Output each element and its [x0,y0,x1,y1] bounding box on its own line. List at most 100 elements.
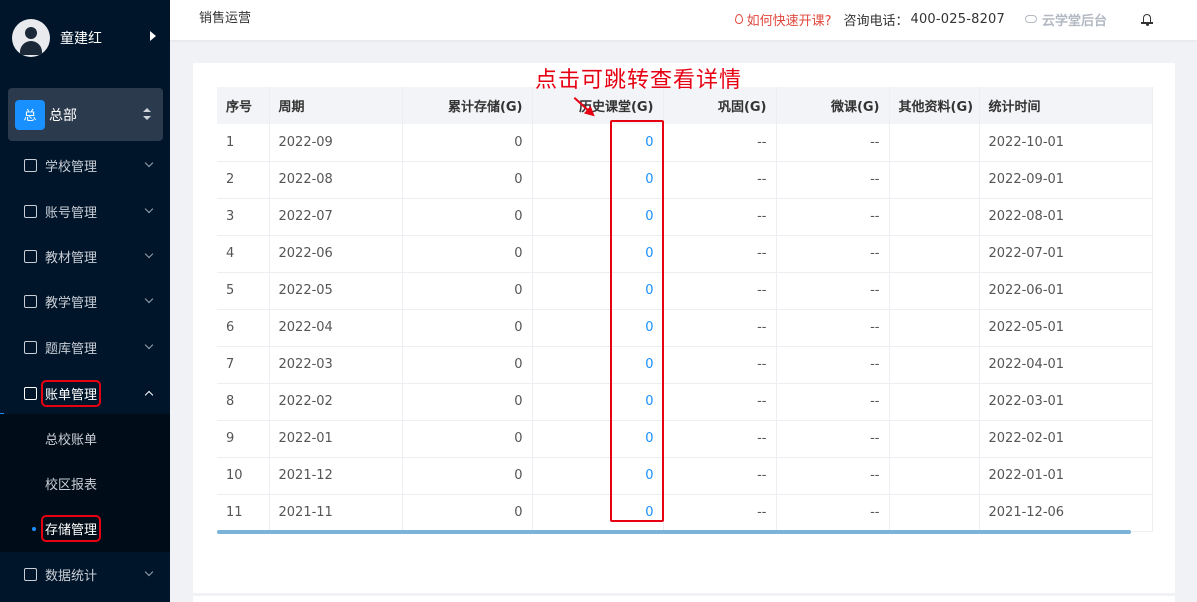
table-row: 3 2022-07 0 0 -- -- 2022-08-01 [217,198,1153,236]
sidebar-item-label: 教材管理 [45,250,98,266]
cell-review: -- [663,272,777,310]
sidebar: 童建红 总 总部 学校管理 账号管理 教材管理 教学管理 题库管理 账单管理 总… [0,0,170,602]
cell-index: 1 [217,124,270,162]
sidebar-item-textbook[interactable]: 教材管理 [0,236,170,276]
cell-stat-date: 2022-05-01 [979,309,1153,347]
cell-index: 4 [217,235,270,273]
sidebar-item-label: 题库管理 [45,341,98,357]
cell-stat-date: 2022-03-01 [979,383,1153,421]
table-row: 2 2022-08 0 0 -- -- 2022-09-01 [217,161,1153,199]
cell-stat-date: 2022-10-01 [979,124,1153,162]
avatar [12,19,50,57]
cell-index: 5 [217,272,270,310]
column-header[interactable]: 周期 [269,87,403,124]
chevron-down-icon [144,294,154,304]
sidebar-item-account[interactable]: 账号管理 [0,191,170,231]
column-header[interactable]: 序号 [217,87,270,124]
cell-index: 10 [217,457,270,495]
cell-index: 6 [217,309,270,347]
cell-microlesson: -- [776,494,890,532]
submenu-item-label: 存储管理 [40,514,102,542]
cell-review: -- [663,494,777,532]
sort-icon [143,108,151,122]
column-header[interactable]: 累计存储(G) [402,87,533,124]
cell-total-storage: 0 [402,494,533,532]
cell-period: 2022-05 [269,272,403,310]
cell-total-storage: 0 [402,457,533,495]
cell-other [889,198,980,236]
highlight-box [610,120,664,522]
cell-review: -- [663,346,777,384]
cell-total-storage: 0 [402,309,533,347]
cell-microlesson: -- [776,383,890,421]
column-header[interactable]: 统计时间 [979,87,1153,124]
chevron-down-icon [144,567,154,577]
storage-table: 序号 周期 累计存储(G) 历史课堂(G) 巩固(G) 微课(G) 其他资料(G… [217,87,1153,532]
sidebar-item-label: 数据统计 [45,568,98,584]
cell-stat-date: 2022-02-01 [979,420,1153,458]
chevron-down-icon [144,204,154,214]
sidebar-item-teaching[interactable]: 教学管理 [0,281,170,321]
cell-index: 2 [217,161,270,199]
phone-label: 咨询电话： [843,13,909,29]
submenu-item-label: 校区报表 [45,477,98,493]
cell-other [889,383,980,421]
cell-microlesson: -- [776,124,890,162]
submenu-item-label: 总校账单 [45,432,98,448]
cell-stat-date: 2022-06-01 [979,272,1153,310]
school-icon [24,158,37,172]
org-label: 总部 [49,107,77,124]
horizontal-scrollbar[interactable] [217,530,1131,534]
cell-microlesson: -- [776,161,890,199]
cell-total-storage: 0 [402,420,533,458]
cell-period: 2022-03 [269,346,403,384]
bill-icon [24,386,37,400]
table-row: 9 2022-01 0 0 -- -- 2022-02-01 [217,420,1153,458]
column-header[interactable]: 微课(G) [776,87,890,124]
submenu-item-head-office-bill[interactable]: 总校账单 [0,418,170,458]
cell-microlesson: -- [776,346,890,384]
table-row: 10 2021-12 0 0 -- -- 2022-01-01 [217,457,1153,495]
table-row: 7 2022-03 0 0 -- -- 2022-04-01 [217,346,1153,384]
table-row: 5 2022-05 0 0 -- -- 2022-06-01 [217,272,1153,310]
cell-review: -- [663,457,777,495]
cell-other [889,494,980,532]
quick-start-link[interactable]: 如何快速开课? [734,10,831,29]
content-card-footer [193,596,1175,602]
org-selector[interactable]: 总 总部 [8,88,163,141]
brand-label: 云学堂后台 [1041,13,1107,29]
cell-period: 2022-01 [269,420,403,458]
cell-index: 11 [217,494,270,532]
cell-period: 2022-04 [269,309,403,347]
sidebar-item-school[interactable]: 学校管理 [0,145,170,185]
cloud-icon [1024,15,1037,23]
cell-microlesson: -- [776,272,890,310]
submenu-item-campus-report[interactable]: 校区报表 [0,463,170,503]
cell-period: 2021-11 [269,494,403,532]
cell-total-storage: 0 [402,346,533,384]
cell-review: -- [663,198,777,236]
cell-stat-date: 2022-07-01 [979,235,1153,273]
sidebar-item-billing[interactable]: 账单管理 [0,373,170,413]
cell-other [889,161,980,199]
cell-stat-date: 2022-09-01 [979,161,1153,199]
cell-other [889,420,980,458]
brand-link[interactable]: 云学堂后台 [1024,10,1107,29]
cell-other [889,124,980,162]
cell-stat-date: 2022-04-01 [979,346,1153,384]
cell-review: -- [663,383,777,421]
cell-total-storage: 0 [402,383,533,421]
bell-icon[interactable] [1141,12,1153,26]
sidebar-item-statistics[interactable]: 数据统计 [0,554,170,594]
cell-review: -- [663,309,777,347]
book-icon [24,249,37,263]
cell-other [889,272,980,310]
cell-index: 7 [217,346,270,384]
user-profile[interactable]: 童建红 [0,0,170,76]
column-header[interactable]: 其他资料(G) [889,87,980,124]
submenu-item-storage[interactable]: 存储管理 [0,508,170,548]
cell-microlesson: -- [776,420,890,458]
cell-period: 2022-02 [269,383,403,421]
sidebar-item-question-bank[interactable]: 题库管理 [0,327,170,367]
cell-period: 2022-08 [269,161,403,199]
